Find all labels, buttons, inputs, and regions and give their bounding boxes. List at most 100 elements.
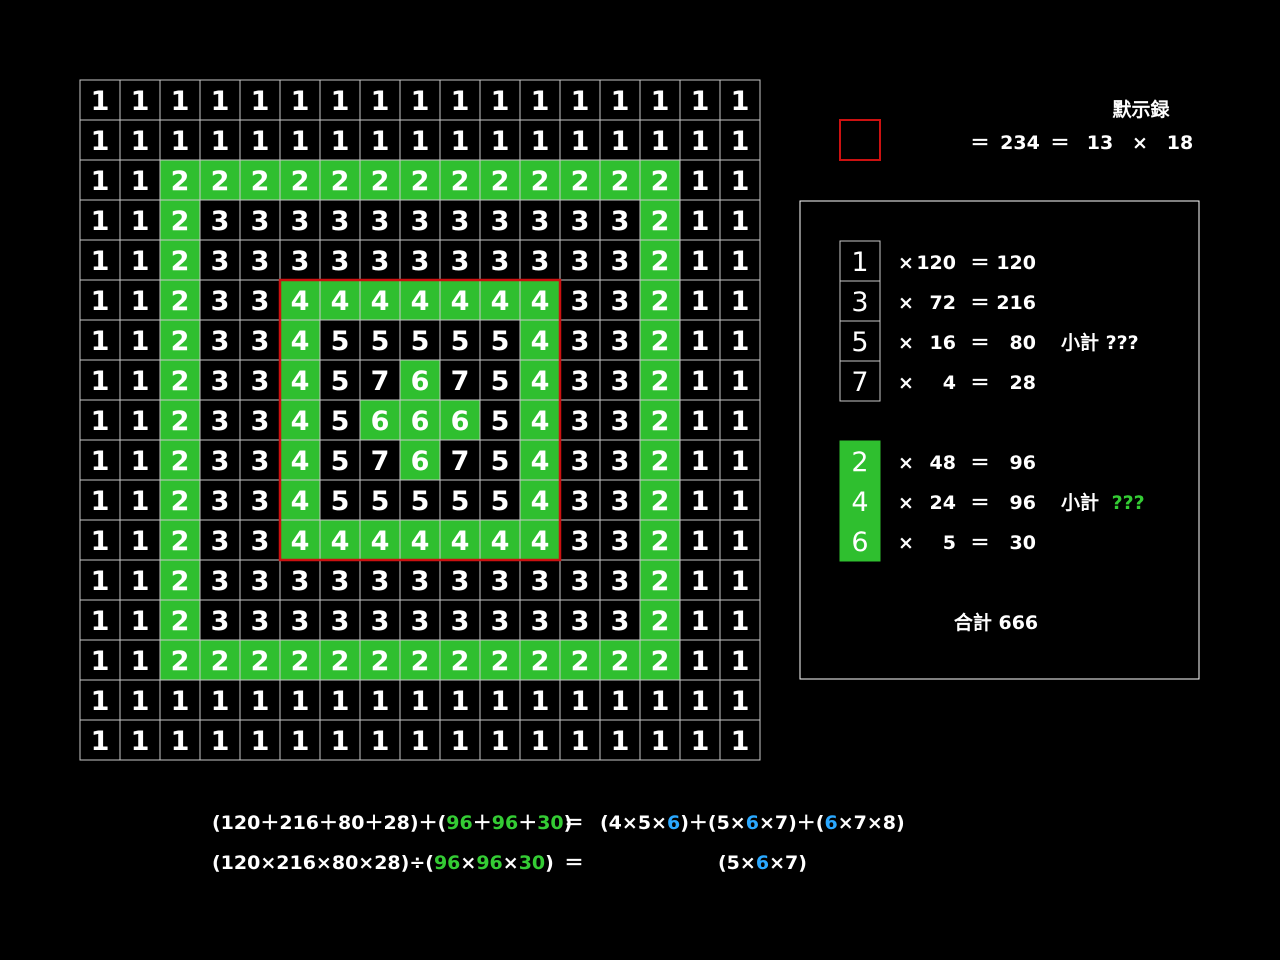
grid-cell-number: 3	[611, 566, 630, 597]
grid-cell-number: 2	[251, 166, 270, 197]
grid-cell-number: 3	[291, 246, 310, 277]
summary-equals: ＝	[970, 372, 989, 394]
grid-cell-number: 1	[571, 126, 590, 157]
grid-cell-number: 1	[411, 86, 430, 117]
grid-cell-number: 3	[571, 366, 590, 397]
grid-cell-number: 4	[531, 326, 550, 357]
grid-cell-number: 1	[691, 366, 710, 397]
grid-cell-number: 2	[171, 166, 190, 197]
grid-cell-number: 4	[291, 446, 310, 477]
grid-cell-number: 3	[211, 566, 230, 597]
summary-number-label: 5	[851, 327, 868, 358]
grid-cell-number: 1	[171, 126, 190, 157]
grid-cell-number: 5	[411, 486, 430, 517]
summary-equals: ＝	[970, 492, 989, 514]
grid-cell-number: 1	[731, 566, 750, 597]
grid-cell-number: 2	[651, 606, 670, 637]
grid-cell-number: 1	[531, 126, 550, 157]
equation-part: ×	[503, 852, 519, 874]
grid-cell-number: 2	[451, 646, 470, 677]
grid-cell-number: 4	[371, 286, 390, 317]
grid-cell-number: 1	[451, 86, 470, 117]
equation-part: 6	[756, 852, 769, 874]
summary-product: 28	[1010, 372, 1036, 394]
grid-cell-number: 4	[531, 446, 550, 477]
grid-cell-number: 1	[731, 406, 750, 437]
grid-cell-number: 3	[571, 286, 590, 317]
grid-cell-number: 1	[691, 326, 710, 357]
grid-cell-number: 2	[611, 166, 630, 197]
grid-cell-number: 3	[211, 606, 230, 637]
even-subtotal-label: 小計	[1061, 491, 1099, 514]
grid-cell-number: 3	[531, 206, 550, 237]
grid-cell-number: 3	[411, 566, 430, 597]
grid-cell-number: 2	[531, 646, 550, 677]
grid-cell-number: 2	[651, 486, 670, 517]
grid-cell-number: 4	[411, 526, 430, 557]
grid-cell-number: 5	[371, 326, 390, 357]
grid-cell-number: 1	[91, 606, 110, 637]
equation-part: (120＋216＋80＋28)＋(	[212, 812, 446, 834]
grid-cell-number: 5	[331, 366, 350, 397]
grid-cell-number: 3	[251, 206, 270, 237]
equation-part: )＋(5×	[680, 812, 746, 834]
grid-cell-number: 1	[131, 486, 150, 517]
grid-cell-number: 2	[651, 326, 670, 357]
grid-cell-number: 1	[91, 646, 110, 677]
grid-cell-number: 1	[411, 726, 430, 757]
grid-cell-number: 4	[491, 286, 510, 317]
grid-cell-number: 1	[131, 446, 150, 477]
grid-cell-number: 2	[571, 646, 590, 677]
grid-cell-number: 4	[371, 526, 390, 557]
grid-cell-number: 2	[491, 166, 510, 197]
grid-cell-number: 3	[411, 206, 430, 237]
grid-cell-number: 1	[451, 726, 470, 757]
grid-cell-number: 2	[291, 166, 310, 197]
equation-part: ×7)＋(	[759, 812, 825, 834]
grid-cell-number: 1	[331, 86, 350, 117]
grid-cell-number: 1	[491, 126, 510, 157]
grid-cell-number: 1	[91, 246, 110, 277]
grid-cell-number: 2	[611, 646, 630, 677]
grid-cell-number: 1	[651, 686, 670, 717]
grid-cell-number: 7	[371, 446, 390, 477]
grid-cell-number: 1	[611, 726, 630, 757]
grid-cell-number: 2	[451, 166, 470, 197]
summary-product: 120	[996, 252, 1036, 274]
equation-part: 6	[667, 812, 680, 834]
equation-line-2-equals: ＝	[564, 852, 583, 874]
grid-cell-number: 3	[211, 486, 230, 517]
grid-cell-number: 5	[331, 406, 350, 437]
grid-cell-number: 7	[451, 366, 470, 397]
grid-cell-number: 4	[531, 366, 550, 397]
grid-cell-number: 3	[251, 446, 270, 477]
grid-cell-number: 2	[411, 646, 430, 677]
equation-part: (5×	[718, 852, 756, 874]
grid-cell-number: 3	[451, 566, 470, 597]
grid-cell-number: 5	[331, 486, 350, 517]
grid-cell-number: 1	[371, 126, 390, 157]
header-times: ×	[1132, 132, 1148, 154]
grid-cell-number: 4	[531, 526, 550, 557]
grid-cell-number: 1	[91, 126, 110, 157]
summary-times: ×	[898, 452, 914, 474]
grid-cell-number: 2	[371, 646, 390, 677]
summary-times: ×	[898, 372, 914, 394]
grid-cell-number: 1	[411, 686, 430, 717]
grid-cell-number: 2	[171, 206, 190, 237]
grid-cell-number: 1	[131, 206, 150, 237]
summary-number-label: 1	[851, 247, 868, 278]
grid-cell-number: 4	[531, 406, 550, 437]
grid-cell-number: 1	[691, 686, 710, 717]
grid-cell-number: 3	[211, 326, 230, 357]
grid-cell-number: 1	[131, 566, 150, 597]
grid-cell-number: 3	[451, 206, 470, 237]
summary-times: ×	[898, 252, 914, 274]
grid-cell-number: 5	[491, 326, 510, 357]
grid-cell-number: 1	[131, 606, 150, 637]
grid-cell-number: 3	[611, 606, 630, 637]
grid-cell-number: 2	[651, 646, 670, 677]
grid-cell-number: 1	[731, 246, 750, 277]
summary-product: 30	[1010, 532, 1036, 554]
grid-cell-number: 1	[651, 126, 670, 157]
